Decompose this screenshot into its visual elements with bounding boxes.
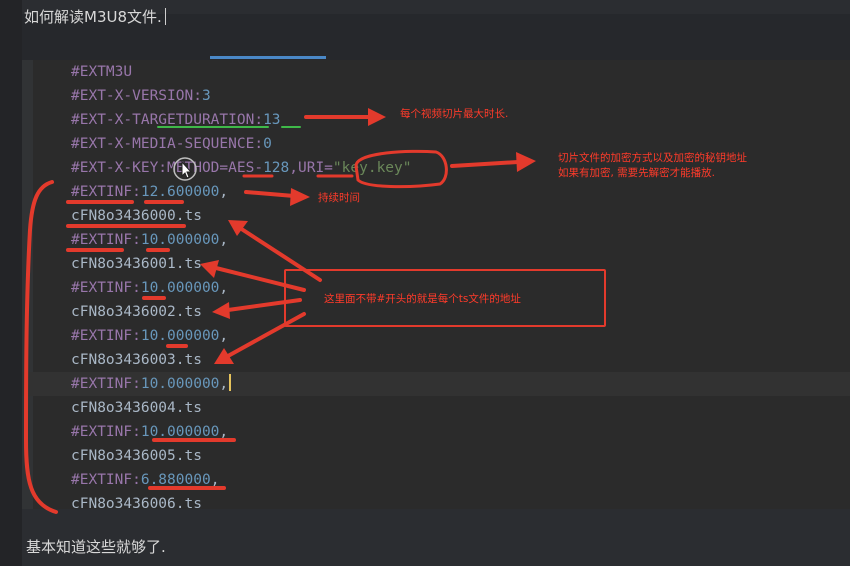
arrow-shaft [226, 312, 306, 358]
arrow-shaft [226, 298, 302, 312]
arrow-shaft [238, 226, 322, 282]
annotation-key-line2: 如果有加密, 需要先解密才能播放. [558, 167, 716, 179]
arrow-head [368, 108, 386, 126]
arrow-head [200, 260, 219, 278]
annotation-target-duration: 每个视频切片最大时长. [400, 108, 509, 120]
arrow-shaft [450, 160, 520, 168]
arrow-head [290, 188, 310, 206]
bottom-text: 基本知道这些就够了. [26, 538, 166, 556]
key-circle [354, 149, 448, 189]
arrow-head [212, 302, 230, 319]
mouse-pointer-icon [173, 157, 197, 181]
bracket-marker [24, 180, 58, 514]
annotation-duration: 持续时间 [318, 192, 360, 204]
arrow-shaft [214, 266, 306, 292]
arrow-head [516, 152, 536, 172]
annotation-ts-files: 这里面不带#开头的就是每个ts文件的地址 [324, 293, 521, 305]
annotation-key-line1: 切片文件的加密方式以及加密的秘钥地址 [558, 152, 747, 164]
arrow-shaft [244, 190, 296, 198]
annotation-overlay [24, 108, 536, 514]
